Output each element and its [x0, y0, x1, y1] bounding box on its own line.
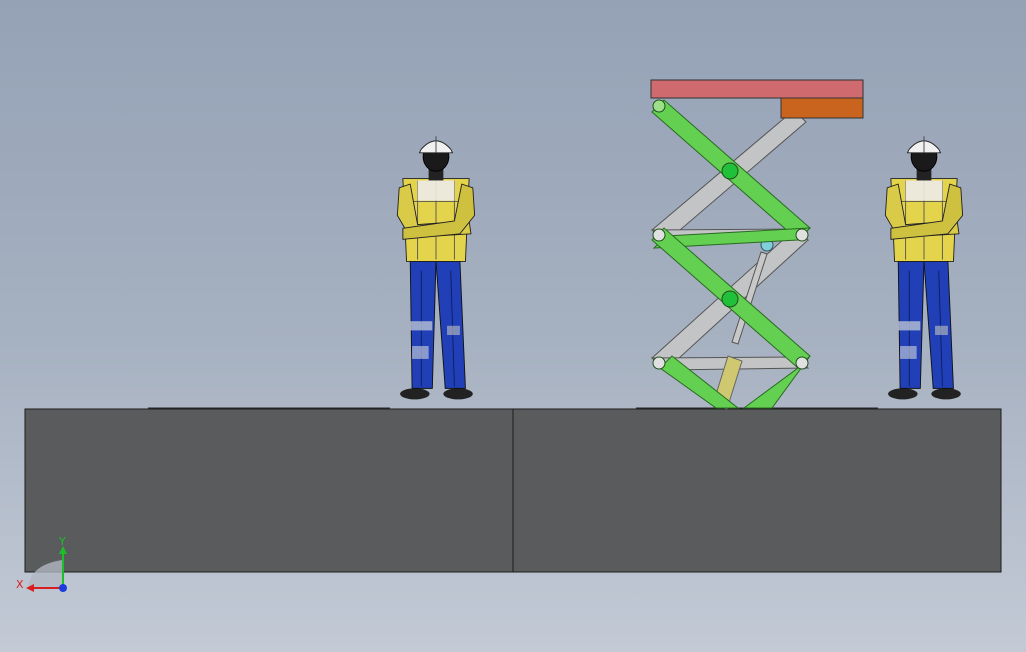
pin-left-low[interactable] [652, 356, 666, 370]
worker-figure-left[interactable] [396, 135, 476, 400]
pin-top-left[interactable] [652, 99, 666, 113]
pin-right-mid[interactable] [795, 228, 809, 242]
pin-right-low[interactable] [795, 356, 809, 370]
triad-x-label: X [16, 578, 24, 591]
pin-center-upper[interactable] [721, 162, 739, 180]
model-scene[interactable]: X Y [0, 0, 1026, 652]
platform-block[interactable] [780, 97, 864, 119]
triad-y-label: Y [58, 535, 66, 548]
3d-viewport[interactable]: X Y [0, 0, 1026, 652]
worker-figure-right[interactable] [884, 135, 964, 400]
base-assembly[interactable] [24, 407, 1002, 573]
pin-left-mid[interactable] [652, 228, 666, 242]
base-block-right[interactable] [512, 408, 1002, 573]
lift-platform[interactable] [650, 79, 864, 99]
pin-center-lower[interactable] [721, 290, 739, 308]
scissor-lift[interactable] [650, 79, 864, 410]
base-block-left[interactable] [24, 408, 514, 573]
triad-z-axis [59, 584, 67, 592]
